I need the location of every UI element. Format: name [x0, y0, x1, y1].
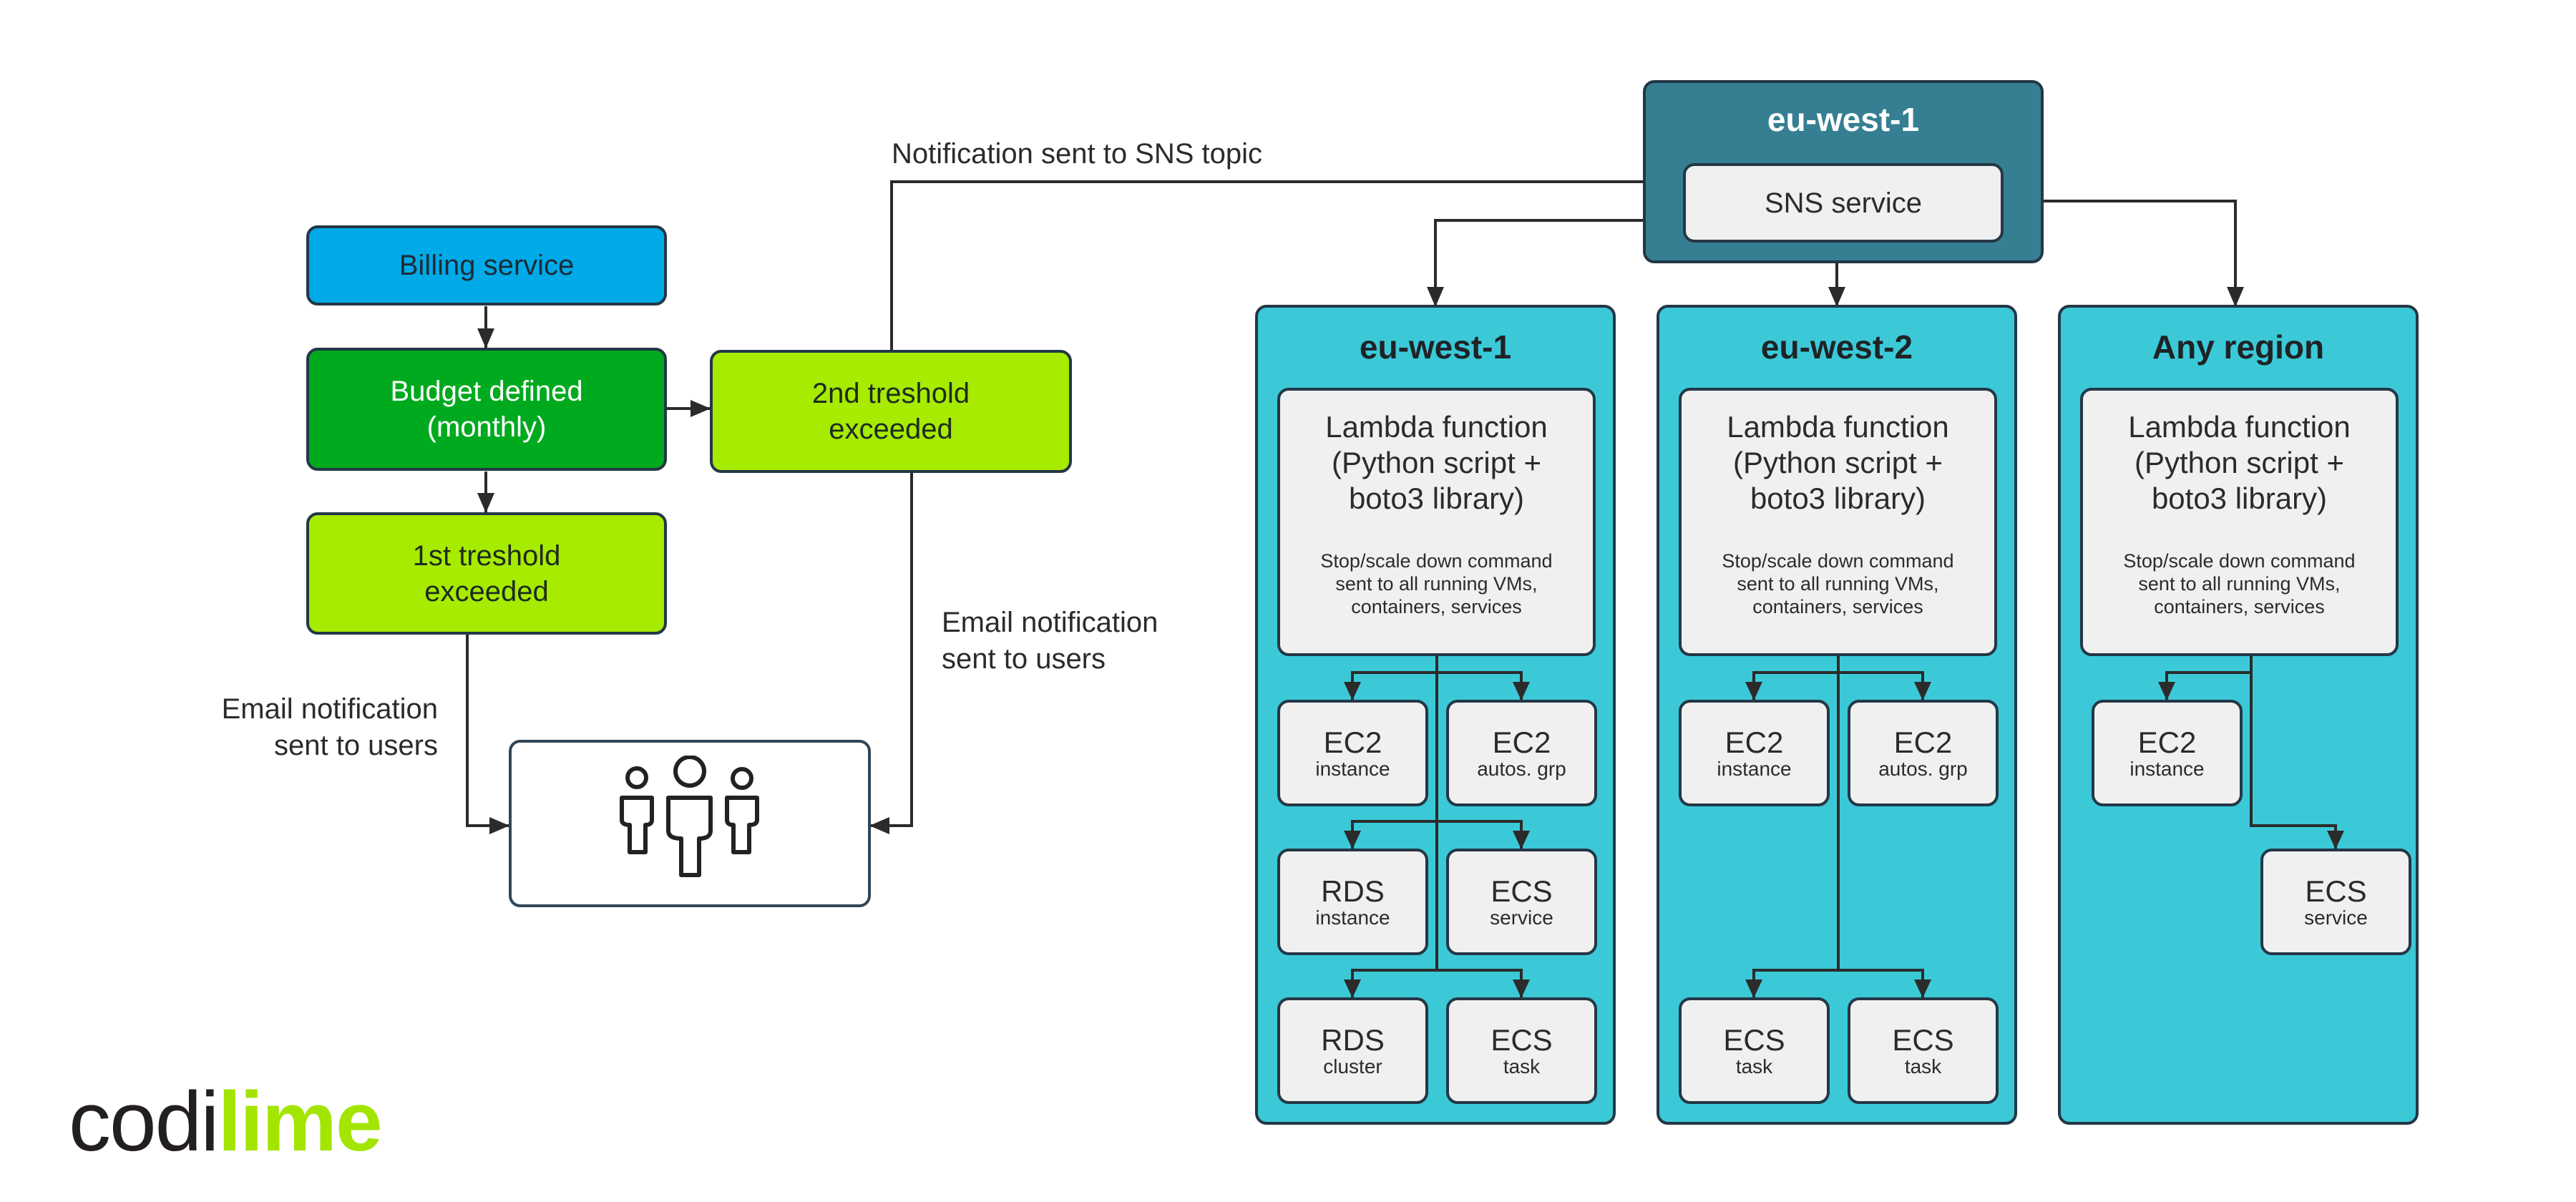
- service-ec2-instance[interactable]: EC2 instance: [2092, 700, 2243, 806]
- lambda-box-eu-west-1[interactable]: Lambda function (Python script + boto3 l…: [1277, 388, 1596, 656]
- arrow-lambda1-to-ec2-instance: [1344, 671, 1437, 700]
- lambda-box-any-region[interactable]: Lambda function (Python script + boto3 l…: [2080, 388, 2399, 656]
- service-name: ECS: [2305, 874, 2367, 908]
- service-sub: cluster: [1323, 1055, 1382, 1078]
- arrow-lambda3-to-ec2-instance: [2158, 671, 2251, 700]
- trunk-any-region: [2250, 655, 2344, 849]
- service-sub: service: [1490, 906, 1553, 929]
- lambda-note: Stop/scale down command sent to all runn…: [1722, 550, 1954, 617]
- service-rds-instance[interactable]: RDS instance: [1277, 849, 1428, 955]
- logo-part-codi: codi: [69, 1075, 219, 1169]
- service-ec2-autos-grp[interactable]: EC2 autos. grp: [1848, 700, 1999, 806]
- service-ecs-task[interactable]: ECS task: [1679, 997, 1830, 1104]
- service-ecs-service[interactable]: ECS service: [2260, 849, 2411, 955]
- service-ec2-autos-grp[interactable]: EC2 autos. grp: [1446, 700, 1597, 806]
- arrow-lambda1-to-ecs-task: [1437, 969, 1530, 998]
- service-name: EC2: [1724, 725, 1784, 759]
- service-sub: task: [1735, 1055, 1773, 1078]
- service-name: ECS: [1892, 1022, 1954, 1057]
- arrow-lambda1-to-rds-cluster: [1344, 969, 1437, 998]
- arrow-lambda2-to-ec2-instance: [1745, 671, 1838, 700]
- service-sub: task: [1904, 1055, 1942, 1078]
- lambda-box-eu-west-2[interactable]: Lambda function (Python script + boto3 l…: [1679, 388, 1997, 656]
- arrow-lambda2-to-ecs-task-2: [1838, 969, 1931, 998]
- arrow-lambda1-to-rds-instance: [1344, 820, 1437, 849]
- service-ec2-instance[interactable]: EC2 instance: [1277, 700, 1428, 806]
- lambda-title: Lambda function (Python script + boto3 l…: [2128, 410, 2351, 515]
- service-name: EC2: [1492, 725, 1551, 759]
- service-name: EC2: [2137, 725, 2197, 759]
- lambda-title: Lambda function (Python script + boto3 l…: [1727, 410, 1949, 515]
- logo-part-lime: lime: [218, 1075, 382, 1169]
- codilime-logo: codilime: [69, 1072, 383, 1172]
- arrow-lambda2-to-ecs-task-1: [1745, 969, 1838, 998]
- service-name: ECS: [1491, 874, 1553, 908]
- service-ecs-task[interactable]: ECS task: [1446, 997, 1597, 1104]
- service-ec2-instance[interactable]: EC2 instance: [1679, 700, 1830, 806]
- arrow-lambda1-to-ec2-autos: [1437, 671, 1530, 700]
- service-sub: autos. grp: [1878, 757, 1968, 780]
- service-sub: instance: [1315, 757, 1390, 780]
- arrow-lambda1-to-ecs-service: [1437, 820, 1530, 849]
- arrow-lambda2-to-ec2-autos: [1838, 671, 1931, 700]
- service-ecs-service[interactable]: ECS service: [1446, 849, 1597, 955]
- service-name: ECS: [1491, 1022, 1553, 1057]
- service-name: ECS: [1723, 1022, 1785, 1057]
- service-name: RDS: [1321, 1022, 1385, 1057]
- service-sub: instance: [1717, 757, 1792, 780]
- lambda-title: Lambda function (Python script + boto3 l…: [1325, 410, 1548, 515]
- service-rds-cluster[interactable]: RDS cluster: [1277, 997, 1428, 1104]
- service-sub: task: [1503, 1055, 1541, 1078]
- service-sub: autos. grp: [1477, 757, 1566, 780]
- service-ecs-task[interactable]: ECS task: [1848, 997, 1999, 1104]
- service-sub: instance: [1315, 906, 1390, 929]
- lambda-note: Stop/scale down command sent to all runn…: [2123, 550, 2356, 617]
- service-name: EC2: [1893, 725, 1953, 759]
- lambda-note: Stop/scale down command sent to all runn…: [1320, 550, 1553, 617]
- service-name: EC2: [1323, 725, 1382, 759]
- service-name: RDS: [1321, 874, 1385, 908]
- service-sub: service: [2304, 906, 2368, 929]
- service-sub: instance: [2129, 757, 2205, 780]
